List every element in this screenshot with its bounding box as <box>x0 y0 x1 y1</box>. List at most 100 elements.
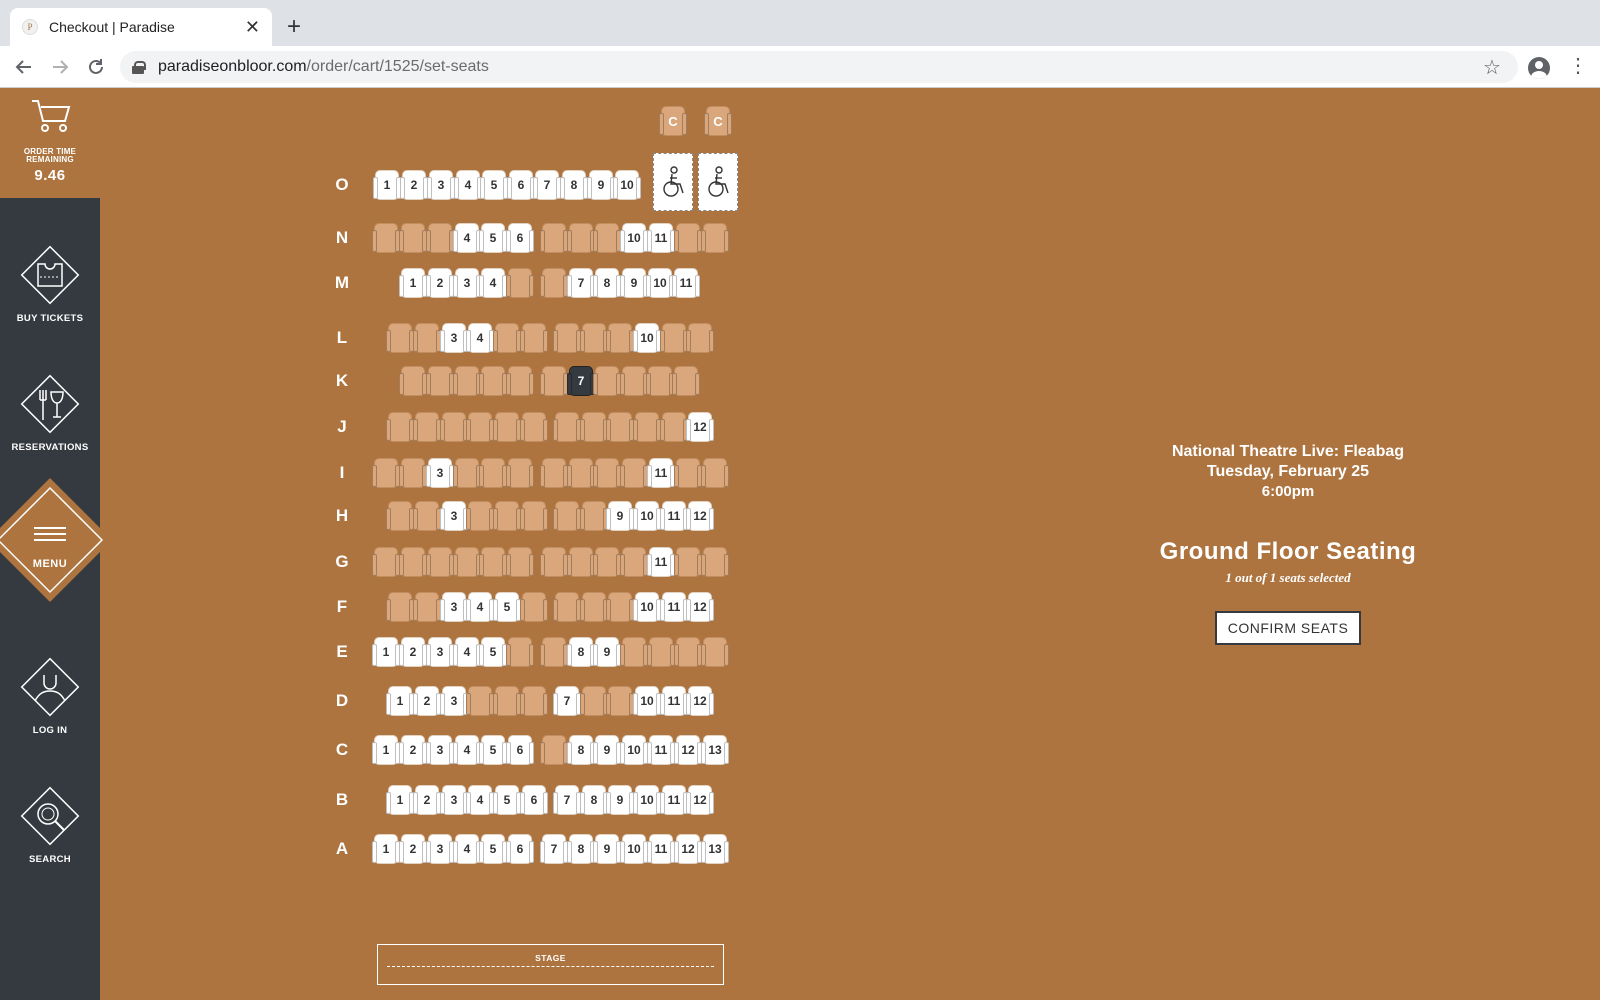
sidebar-item-buy-tickets[interactable]: BUY TICKETS <box>0 241 100 351</box>
available-seat[interactable]: 6 <box>506 735 534 765</box>
available-seat[interactable]: 8 <box>567 637 595 667</box>
available-seat[interactable]: 3 <box>427 170 455 200</box>
available-seat[interactable]: 11 <box>647 223 675 253</box>
available-seat[interactable]: 11 <box>660 592 688 622</box>
available-seat[interactable]: 12 <box>686 592 714 622</box>
available-seat[interactable]: 1 <box>372 735 400 765</box>
available-seat[interactable]: 10 <box>633 323 661 353</box>
available-seat[interactable]: 11 <box>660 501 688 531</box>
available-seat[interactable]: 10 <box>633 686 661 716</box>
available-seat[interactable]: 2 <box>399 637 427 667</box>
available-seat[interactable]: 10 <box>646 268 674 298</box>
available-seat[interactable]: 4 <box>454 170 482 200</box>
star-icon[interactable]: ☆ <box>1483 55 1501 80</box>
available-seat[interactable]: 4 <box>466 592 494 622</box>
available-seat[interactable]: 7 <box>533 170 561 200</box>
available-seat[interactable]: 7 <box>553 785 581 815</box>
available-seat[interactable]: 4 <box>466 785 494 815</box>
available-seat[interactable]: 6 <box>520 785 548 815</box>
available-seat[interactable]: 7 <box>553 686 581 716</box>
available-seat[interactable]: 10 <box>613 170 641 200</box>
available-seat[interactable]: 4 <box>479 268 507 298</box>
available-seat[interactable]: 1 <box>386 686 414 716</box>
available-seat[interactable]: 11 <box>647 547 675 577</box>
available-seat[interactable]: 9 <box>606 501 634 531</box>
available-seat[interactable]: 12 <box>674 834 702 864</box>
available-seat[interactable]: 7 <box>567 268 595 298</box>
available-seat[interactable]: 5 <box>493 785 521 815</box>
available-seat[interactable]: 6 <box>506 834 534 864</box>
sidebar-item-menu[interactable]: MENU <box>0 478 112 616</box>
available-seat[interactable]: 2 <box>413 785 441 815</box>
available-seat[interactable]: 3 <box>440 785 468 815</box>
back-arrow-icon[interactable] <box>12 55 36 79</box>
available-seat[interactable]: 5 <box>479 223 507 253</box>
available-seat[interactable]: 11 <box>672 268 700 298</box>
available-seat[interactable]: 3 <box>426 735 454 765</box>
available-seat[interactable]: 9 <box>606 785 634 815</box>
available-seat[interactable]: 5 <box>479 834 507 864</box>
available-seat[interactable]: 3 <box>426 637 454 667</box>
browser-tab[interactable]: P Checkout | Paradise ✕ <box>10 8 272 46</box>
available-seat[interactable]: 2 <box>426 268 454 298</box>
available-seat[interactable]: 11 <box>647 735 675 765</box>
available-seat[interactable]: 5 <box>493 592 521 622</box>
available-seat[interactable]: 2 <box>413 686 441 716</box>
wheelchair-seat[interactable] <box>653 153 693 211</box>
available-seat[interactable]: 11 <box>647 834 675 864</box>
available-seat[interactable]: 4 <box>453 834 481 864</box>
available-seat[interactable]: 2 <box>399 735 427 765</box>
available-seat[interactable]: 2 <box>400 170 428 200</box>
available-seat[interactable]: 1 <box>399 268 427 298</box>
available-seat[interactable]: 8 <box>567 834 595 864</box>
available-seat[interactable]: 12 <box>674 735 702 765</box>
available-seat[interactable]: 8 <box>593 268 621 298</box>
available-seat[interactable]: 13 <box>701 735 729 765</box>
available-seat[interactable]: 8 <box>567 735 595 765</box>
available-seat[interactable]: 9 <box>593 735 621 765</box>
available-seat[interactable]: 9 <box>593 637 621 667</box>
available-seat[interactable]: 11 <box>660 785 688 815</box>
available-seat[interactable]: 9 <box>620 268 648 298</box>
address-bar[interactable]: paradiseonbloor.com/order/cart/1525/set-… <box>120 51 1518 83</box>
available-seat[interactable]: 4 <box>453 637 481 667</box>
close-tab-icon[interactable]: ✕ <box>245 17 260 38</box>
available-seat[interactable]: 9 <box>587 170 615 200</box>
available-seat[interactable]: 10 <box>620 834 648 864</box>
sidebar-item-search[interactable]: SEARCH <box>0 782 100 892</box>
new-tab-icon[interactable]: + <box>287 13 301 41</box>
available-seat[interactable]: 12 <box>686 412 714 442</box>
available-seat[interactable]: 10 <box>633 501 661 531</box>
available-seat[interactable]: 6 <box>506 223 534 253</box>
selected-seat[interactable]: 7 <box>567 366 595 396</box>
forward-arrow-icon[interactable] <box>48 55 72 79</box>
available-seat[interactable]: 1 <box>372 834 400 864</box>
available-seat[interactable]: 6 <box>507 170 535 200</box>
reload-icon[interactable] <box>84 55 108 79</box>
available-seat[interactable]: 8 <box>580 785 608 815</box>
sidebar-item-reservations[interactable]: RESERVATIONS <box>0 370 100 480</box>
available-seat[interactable]: 5 <box>479 637 507 667</box>
available-seat[interactable]: 9 <box>593 834 621 864</box>
available-seat[interactable]: 12 <box>686 686 714 716</box>
available-seat[interactable]: 12 <box>686 501 714 531</box>
available-seat[interactable]: 13 <box>701 834 729 864</box>
sidebar-item-log-in[interactable]: LOG IN <box>0 653 100 763</box>
confirm-seats-button[interactable]: CONFIRM SEATS <box>1215 611 1361 645</box>
available-seat[interactable]: 5 <box>479 735 507 765</box>
available-seat[interactable]: 4 <box>453 223 481 253</box>
available-seat[interactable]: 3 <box>440 323 468 353</box>
available-seat[interactable]: 3 <box>453 268 481 298</box>
available-seat[interactable]: 1 <box>373 170 401 200</box>
available-seat[interactable]: 4 <box>453 735 481 765</box>
kebab-icon[interactable]: ⋮ <box>1568 55 1588 77</box>
available-seat[interactable]: 12 <box>686 785 714 815</box>
available-seat[interactable]: 10 <box>633 785 661 815</box>
available-seat[interactable]: 11 <box>647 458 675 488</box>
available-seat[interactable]: 3 <box>440 501 468 531</box>
available-seat[interactable]: 8 <box>560 170 588 200</box>
wheelchair-seat[interactable] <box>698 153 738 211</box>
available-seat[interactable]: 1 <box>372 637 400 667</box>
available-seat[interactable]: 3 <box>426 834 454 864</box>
profile-icon[interactable] <box>1528 57 1550 79</box>
